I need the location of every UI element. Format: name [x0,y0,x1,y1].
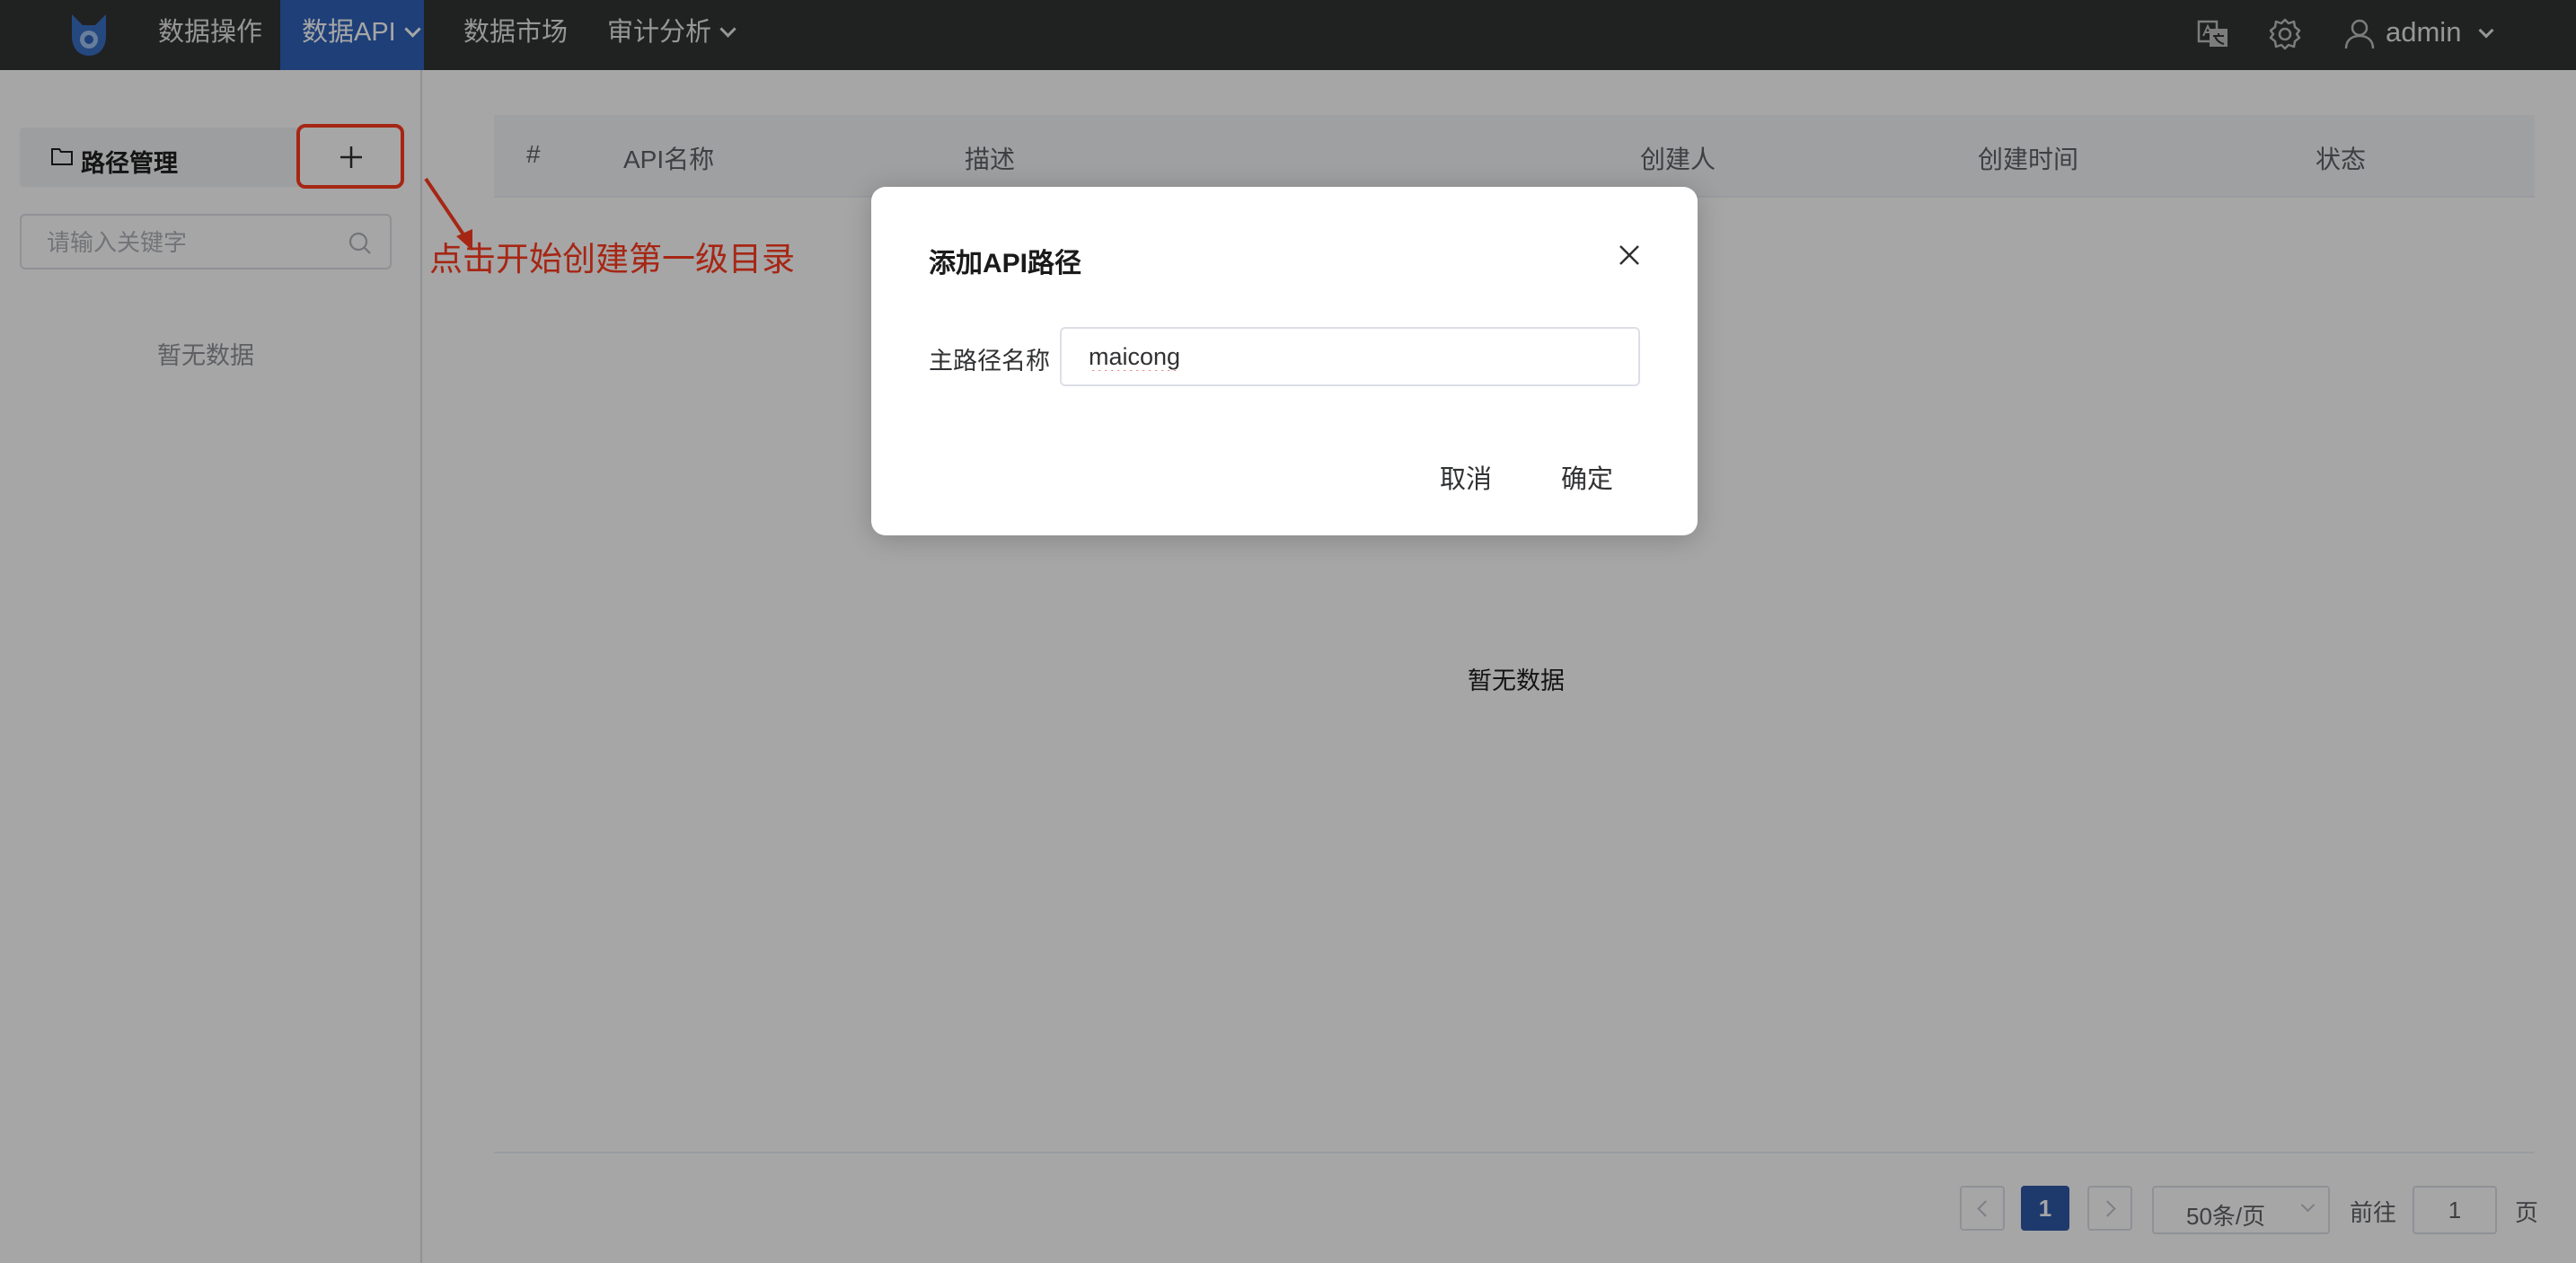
cancel-button[interactable]: 取消 [1440,458,1492,496]
main-path-name-input[interactable] [1060,327,1640,386]
confirm-button[interactable]: 确定 [1561,458,1613,496]
main-path-name-label: 主路径名称 [929,348,1050,375]
close-icon[interactable] [1617,243,1642,268]
dialog-title: 添加API路径 [929,249,1082,278]
add-api-path-dialog: 添加API路径 主路径名称 取消 确定 [871,187,1698,535]
